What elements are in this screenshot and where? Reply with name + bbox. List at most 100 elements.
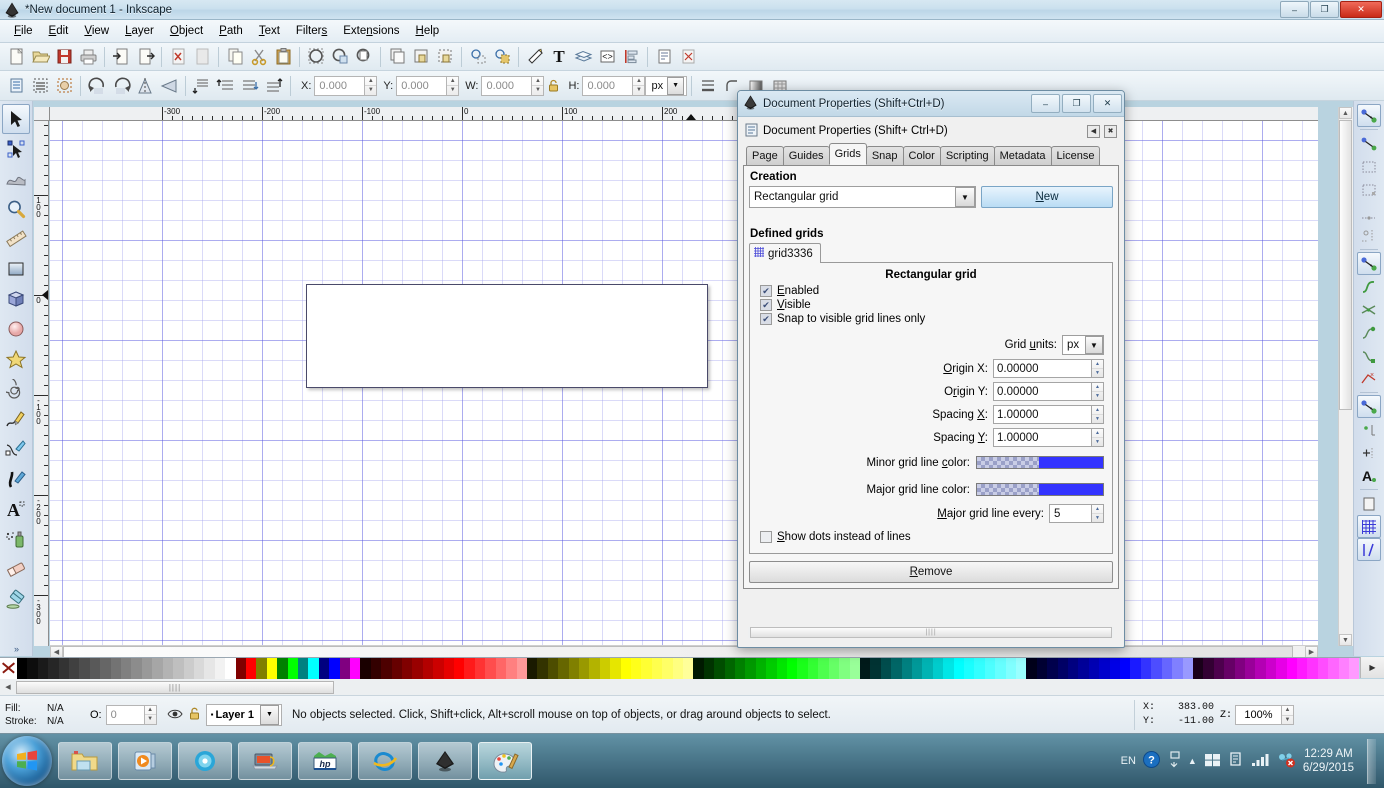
affect-stroke-width-icon[interactable] <box>696 74 720 98</box>
palette-swatch[interactable] <box>683 658 694 679</box>
dialog-tab-guides[interactable]: Guides <box>782 146 830 165</box>
help-circle-icon[interactable]: ? <box>1142 751 1160 771</box>
new-grid-button[interactable]: New <box>981 186 1113 208</box>
snap-rotation-centers-button[interactable] <box>1357 441 1381 464</box>
snap-object-centers-button[interactable] <box>1357 418 1381 441</box>
palette-swatch[interactable] <box>37 658 49 679</box>
palette-swatch[interactable] <box>839 658 850 679</box>
snap-visible-only-checkbox[interactable] <box>760 313 772 325</box>
opacity-control[interactable]: O: ▲▼ <box>90 704 157 725</box>
snap-bbox-centers-button[interactable] <box>1357 224 1381 247</box>
spacing-y-spinner[interactable]: ▲ ▼ <box>1091 428 1104 447</box>
palette-swatch[interactable] <box>381 658 392 679</box>
palette-swatch[interactable] <box>776 658 788 679</box>
horizontal-ruler[interactable]: -300-200-1000100200300400500 <box>50 107 1318 121</box>
open-document-icon[interactable] <box>28 45 52 69</box>
lower-icon[interactable] <box>238 74 262 98</box>
chevron-down-icon[interactable]: ▼ <box>260 704 279 725</box>
palette-swatch[interactable] <box>173 658 184 679</box>
palette-swatch[interactable] <box>277 658 288 679</box>
palette-swatch[interactable] <box>1182 658 1193 679</box>
raise-to-top-icon[interactable] <box>190 74 214 98</box>
rotate-ccw-icon[interactable] <box>85 74 109 98</box>
taskbar-hp-app[interactable]: hp <box>298 742 352 780</box>
opacity-field-group[interactable]: ▲▼ <box>105 704 157 725</box>
menu-help[interactable]: Help <box>408 22 448 40</box>
palette-swatch[interactable] <box>308 658 319 679</box>
pencil-tool[interactable] <box>2 404 30 434</box>
ungroup-icon[interactable] <box>433 45 457 69</box>
palette-swatch[interactable] <box>1265 658 1277 679</box>
scroll-down-button[interactable]: ▼ <box>1339 634 1352 646</box>
palette-swatch[interactable] <box>17 658 28 679</box>
palette-swatch[interactable] <box>578 658 590 679</box>
snap-midpoints-line-segments-button[interactable]: × <box>1357 367 1381 390</box>
raise-icon[interactable] <box>214 74 238 98</box>
flip-vertical-icon[interactable] <box>157 74 181 98</box>
palette-swatch[interactable] <box>891 658 902 679</box>
menu-text[interactable]: Text <box>251 22 288 40</box>
eraser-tool[interactable] <box>2 554 30 584</box>
palette-swatch[interactable] <box>828 658 840 679</box>
palette-swatch[interactable] <box>1130 658 1141 679</box>
palette-swatch[interactable] <box>1244 658 1256 679</box>
duplicate-icon[interactable] <box>385 45 409 69</box>
no-color-icon[interactable] <box>0 658 17 679</box>
palette-swatch[interactable] <box>1047 658 1058 679</box>
minor-grid-color-swatch[interactable] <box>976 456 1104 469</box>
node-editor-tool[interactable] <box>2 134 30 164</box>
layers-icon[interactable] <box>571 45 595 69</box>
snap-visible-only-row[interactable]: Snap to visible grid lines only <box>760 313 1104 325</box>
taskbar-paint[interactable] <box>478 742 532 780</box>
palette-swatch[interactable] <box>516 658 527 679</box>
text-tool-icon[interactable]: T <box>547 45 571 69</box>
palette-swatch[interactable] <box>745 658 756 679</box>
x-field-group[interactable]: ▲▼ <box>314 75 378 96</box>
palette-swatch[interactable] <box>474 658 486 679</box>
zoom-control[interactable]: Z: 100% ▲ ▼ <box>1220 705 1294 725</box>
palette-swatch[interactable] <box>1005 658 1016 679</box>
fill-stroke-dialog-icon[interactable] <box>466 45 490 69</box>
visible-row[interactable]: Visible <box>760 299 1104 311</box>
palette-swatch[interactable] <box>943 658 954 679</box>
palette-swatch[interactable] <box>1016 658 1027 679</box>
xml-editor-icon[interactable]: <> <box>595 45 619 69</box>
palette-swatch[interactable] <box>1192 658 1204 679</box>
h-spinner[interactable]: ▲ ▼ <box>632 75 646 96</box>
zoom-spinner[interactable]: ▲ ▼ <box>1281 705 1294 725</box>
palette-swatch[interactable] <box>974 658 985 679</box>
origin-x-spinner[interactable]: ▲ ▼ <box>1091 359 1104 378</box>
action-center-icon[interactable] <box>1228 751 1244 771</box>
palette-swatch[interactable] <box>1099 658 1110 679</box>
palette-swatch[interactable] <box>870 658 881 679</box>
palette-swatch[interactable] <box>79 658 90 679</box>
ellipse-tool[interactable] <box>2 314 30 344</box>
zoom-value[interactable]: 100% <box>1235 705 1281 725</box>
palette-swatch[interactable] <box>651 658 663 679</box>
paste-icon[interactable] <box>271 45 295 69</box>
group-icon[interactable] <box>409 45 433 69</box>
palette-swatch[interactable] <box>121 658 132 679</box>
text-tool[interactable]: A <box>2 494 30 524</box>
w-spinner[interactable]: ▲ ▼ <box>531 75 545 96</box>
panel-close-button[interactable]: ✖ <box>1104 124 1117 138</box>
palette-swatch[interactable] <box>27 658 38 679</box>
palette-swatch[interactable] <box>672 658 683 679</box>
palette-swatch[interactable] <box>1120 658 1131 679</box>
palette-swatch[interactable] <box>454 658 465 679</box>
palette-swatch[interactable] <box>630 658 642 679</box>
dialog-tab-color[interactable]: Color <box>902 146 941 165</box>
palette-swatch[interactable] <box>287 658 298 679</box>
palette-swatch[interactable] <box>537 658 548 679</box>
object-properties-icon[interactable] <box>490 45 514 69</box>
palette-swatch[interactable] <box>797 658 808 679</box>
rotate-cw-icon[interactable] <box>109 74 133 98</box>
snap-bbox-edge-midpoints-button[interactable] <box>1357 201 1381 224</box>
w-field-group[interactable]: ▲▼ <box>481 75 545 96</box>
palette-swatch[interactable] <box>1234 658 1245 679</box>
print-icon[interactable] <box>76 45 100 69</box>
document-properties-window[interactable]: Document Properties (Shift+Ctrl+D) – ❐ ✕… <box>737 90 1125 648</box>
palette-swatch[interactable] <box>1088 658 1100 679</box>
palette-swatch[interactable] <box>69 658 80 679</box>
window-switch-icon[interactable] <box>1167 751 1181 771</box>
